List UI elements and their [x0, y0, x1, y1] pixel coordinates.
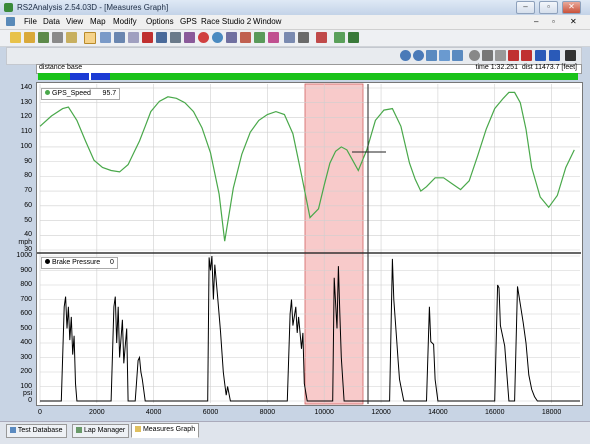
lap-manager-icon — [76, 427, 82, 434]
brake-legend[interactable]: Brake Pressure 0 — [41, 257, 118, 269]
speed-legend[interactable]: GPS_Speed 95.7 — [41, 88, 121, 100]
x-tick-6000: 6000 — [202, 409, 219, 416]
x-tick-2000: 2000 — [89, 409, 105, 416]
speed-legend-name: GPS_Speed — [51, 90, 91, 97]
x-tick-16000: 16000 — [485, 409, 505, 416]
database-icon — [10, 427, 16, 434]
x-tick-14000: 14000 — [428, 409, 448, 416]
brake-legend-value: 0 — [109, 259, 114, 266]
tab-measures-graph[interactable]: Measures Graph — [131, 423, 200, 438]
x-tick-4000: 4000 — [145, 409, 162, 416]
tab-lap-manager-label: Lap Manager — [83, 427, 126, 434]
tab-bar: Test Database Lap Manager Measures Graph — [0, 421, 590, 444]
brake-legend-dot — [45, 259, 50, 264]
tab-test-database[interactable]: Test Database — [6, 424, 67, 438]
brake-legend-name: Brake Pressure — [51, 259, 101, 266]
charts-svg — [37, 83, 581, 405]
x-tick-8000: 8000 — [259, 409, 276, 416]
x-tick-12000: 12000 — [371, 409, 391, 416]
tab-measures-graph-label: Measures Graph — [142, 426, 196, 433]
x-tick-10000: 10000 — [314, 409, 334, 416]
x-tick-18000: 18000 — [541, 409, 562, 416]
measures-graph-tab-icon — [135, 426, 141, 433]
speed-legend-value: 95.7 — [102, 90, 117, 97]
x-tick-0: 0 — [38, 409, 42, 416]
tab-lap-manager[interactable]: Lap Manager — [72, 424, 130, 438]
speed-legend-dot — [45, 90, 50, 95]
tab-test-database-label: Test Database — [17, 427, 63, 434]
